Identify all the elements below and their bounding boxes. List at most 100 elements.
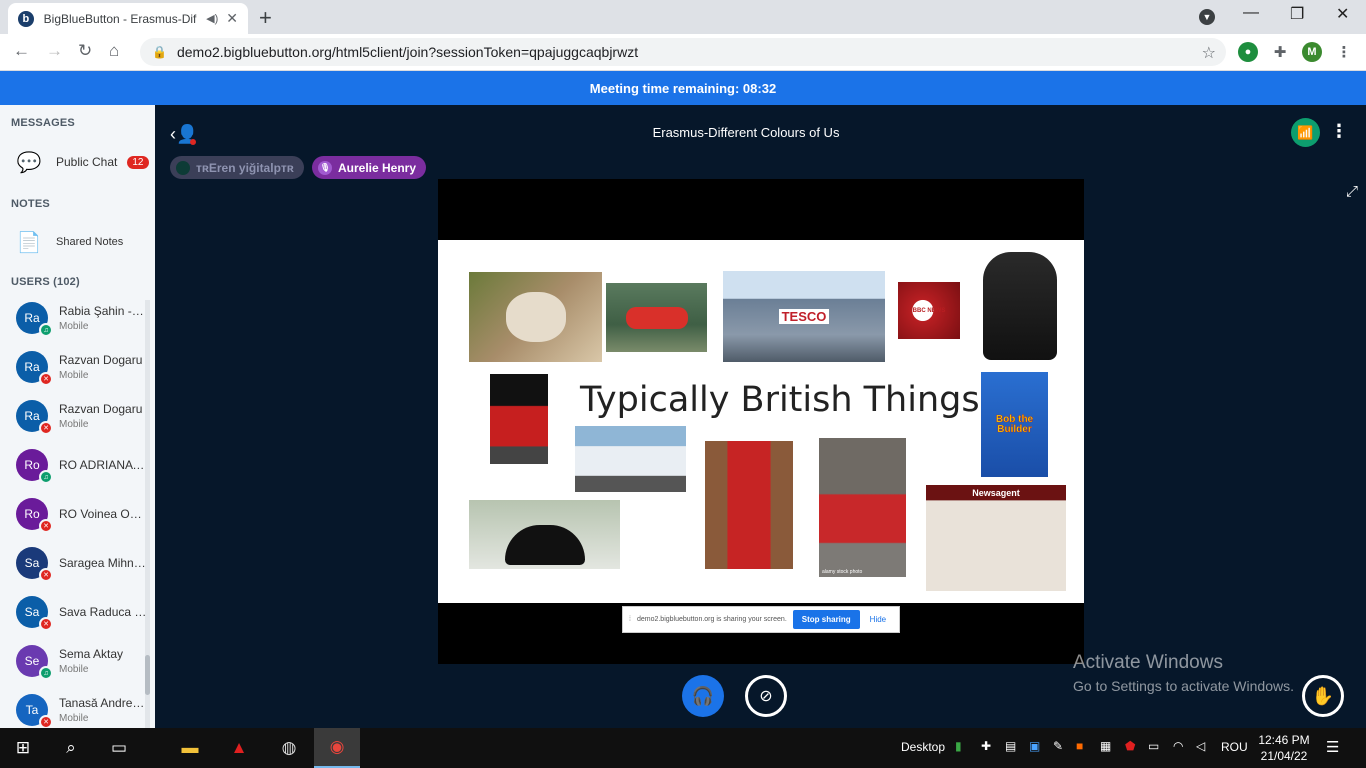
postman-image: alamy stock photo xyxy=(819,438,906,577)
avatar: Ra ♫ xyxy=(16,302,53,337)
acrobat-icon[interactable]: ▲ xyxy=(216,728,262,768)
forward-icon[interactable]: → xyxy=(46,41,63,61)
notes-heading: NOTES xyxy=(11,198,50,210)
avatar: Sa ✕ xyxy=(16,547,53,582)
tray-save-icon[interactable]: ▦ xyxy=(1100,739,1111,753)
wifi-icon[interactable]: ◠ xyxy=(1173,739,1183,753)
restore-icon[interactable]: ❐ xyxy=(1290,4,1304,24)
tray-shield-icon[interactable]: ✚ xyxy=(981,739,991,753)
user-info: RO ADRIANA … xyxy=(59,458,147,472)
home-icon[interactable]: ⌂ xyxy=(109,41,119,61)
user-name: Razvan Dogaru xyxy=(59,353,143,367)
fullscreen-icon[interactable]: ⤢ xyxy=(1346,183,1358,200)
minimize-icon[interactable]: — xyxy=(1243,4,1259,22)
options-menu-icon[interactable]: ⋮ xyxy=(1330,121,1348,142)
tray-app-icon[interactable]: ▮ xyxy=(955,739,962,753)
tab-title: BigBlueButton - Erasmus-Dif xyxy=(43,11,197,26)
avatar: Ro ✕ xyxy=(16,498,53,533)
language-indicator[interactable]: ROU xyxy=(1221,740,1248,754)
users-scrollbar-thumb[interactable] xyxy=(145,655,150,695)
tray-security-icon[interactable]: ■ xyxy=(1076,739,1083,753)
volume-icon[interactable]: ◁ xyxy=(1196,739,1205,753)
windows-start-icon[interactable]: ⊞ xyxy=(0,728,46,768)
drag-handle-icon[interactable]: ⁞ xyxy=(629,616,631,623)
tray-printer-icon[interactable]: ▤ xyxy=(1005,739,1016,753)
bob-the-builder-image: Bob the Builder xyxy=(981,372,1048,477)
chrome-icon[interactable]: ◉ xyxy=(314,728,360,768)
unread-count-badge: 12 xyxy=(127,155,149,169)
user-list-item[interactable]: Ra ✕ Razvan Dogaru Mobile xyxy=(16,345,150,389)
search-icon[interactable]: ⌕ xyxy=(48,728,94,768)
public-chat-item[interactable]: 💬 Public Chat 12 xyxy=(15,148,149,176)
lock-icon[interactable]: 🔒 xyxy=(152,45,167,59)
avatar-initials: Ta xyxy=(25,703,39,717)
close-window-icon[interactable]: ✕ xyxy=(1336,4,1349,24)
tab-audio-icon[interactable]: ◀) xyxy=(206,12,218,25)
muted-mic-icon: ✕ xyxy=(39,519,53,533)
paint-icon[interactable]: ◍ xyxy=(266,728,312,768)
user-name: Sema Aktay xyxy=(59,647,124,661)
profile-avatar[interactable]: M xyxy=(1302,42,1322,62)
url-text[interactable]: demo2.bigbluebutton.org/html5client/join… xyxy=(177,44,638,60)
bigbluebutton-favicon-icon: b xyxy=(18,10,34,27)
user-list-item[interactable]: Ro ♫ RO ADRIANA … xyxy=(16,443,150,487)
activate-line2: Go to Settings to activate Windows. xyxy=(1073,678,1294,694)
user-list-item[interactable]: Ta ✕ Tanasă Andre… Mobile xyxy=(16,688,150,728)
avatar: Ro ♫ xyxy=(16,449,53,484)
talking-indicator[interactable]: 🎙 Aurelie Henry xyxy=(312,156,427,179)
shared-notes-item[interactable]: 📄 Shared Notes xyxy=(15,228,124,256)
audio-headphones-button[interactable]: 🎧 xyxy=(682,675,724,717)
talking-indicator[interactable]: ᴛʀEren yiğitalpᴛʀ xyxy=(170,156,304,179)
tray-antivirus-icon[interactable]: ⬟ xyxy=(1125,739,1135,753)
reload-icon[interactable]: ↻ xyxy=(78,41,92,61)
muted-mic-icon: ✕ xyxy=(39,617,53,631)
clock[interactable]: 12:46 PM 21/04/22 xyxy=(1258,732,1310,764)
address-bar[interactable]: 🔒 demo2.bigbluebutton.org/html5client/jo… xyxy=(140,38,1226,66)
extension-green-icon[interactable]: ● xyxy=(1238,42,1258,62)
bookmark-star-icon[interactable]: ☆ xyxy=(1202,43,1216,63)
tray-tool-icon[interactable]: ✎ xyxy=(1053,739,1063,753)
muted-mic-icon: ✕ xyxy=(39,715,53,728)
stop-sharing-button[interactable]: Stop sharing xyxy=(792,610,860,629)
action-center-icon[interactable]: ☰ xyxy=(1326,738,1339,756)
connection-status-icon[interactable]: 📶 xyxy=(1291,118,1320,147)
royal-guard-image xyxy=(490,374,548,464)
tray-bluetooth-icon[interactable]: ▣ xyxy=(1029,739,1040,753)
user-list-item[interactable]: Ra ♫ Rabia Şahin -TR Mobile xyxy=(16,300,150,340)
meeting-title: Erasmus-Different Colours of Us xyxy=(652,125,840,140)
avatar-initials: Ro xyxy=(24,507,40,521)
new-tab-icon[interactable]: + xyxy=(259,5,272,31)
red-telephone-box-image xyxy=(705,441,793,569)
muted-mic-icon: ✕ xyxy=(39,421,53,435)
bulldog-image xyxy=(469,272,602,362)
raise-hand-button[interactable]: ✋ xyxy=(1302,675,1344,717)
user-name: Razvan Dogaru xyxy=(59,402,143,416)
extensions-puzzle-icon[interactable]: ✚ xyxy=(1270,42,1290,62)
browser-menu-icon[interactable]: ⋮ xyxy=(1334,42,1354,62)
avatar: Sa ✕ xyxy=(16,596,53,631)
tab-close-icon[interactable]: ✕ xyxy=(226,10,238,27)
avatar-initials: Ro xyxy=(24,458,40,472)
user-info: Saragea Mihn… xyxy=(59,556,147,570)
tab-search-icon[interactable]: ▼ xyxy=(1199,9,1215,25)
hide-button[interactable]: Hide xyxy=(870,615,886,624)
user-list-item[interactable]: Ro ✕ RO Voinea Oc… xyxy=(16,492,150,536)
avatar: Ra ✕ xyxy=(16,351,53,386)
desktop-toolbar-label[interactable]: Desktop xyxy=(901,740,945,754)
battery-icon[interactable]: ▭ xyxy=(1148,739,1159,753)
browser-tab[interactable]: b BigBlueButton - Erasmus-Dif ◀) ✕ xyxy=(8,3,248,34)
user-list-item[interactable]: Sa ✕ Sava Raduca I… xyxy=(16,590,150,634)
video-camera-button[interactable]: ⊘ xyxy=(745,675,787,717)
avatar-initials: Sa xyxy=(24,605,40,619)
clock-date: 21/04/22 xyxy=(1260,749,1308,763)
red-sports-car-image xyxy=(606,283,707,352)
ice-cream-van-image xyxy=(575,426,686,492)
shared-notes-label: Shared Notes xyxy=(56,236,124,248)
tesco-store-image: TESCO xyxy=(723,271,885,362)
user-list-item[interactable]: Se ♫ Sema Aktay Mobile xyxy=(16,639,150,683)
user-list-item[interactable]: Ra ✕ Razvan Dogaru Mobile xyxy=(16,394,150,438)
back-icon[interactable]: ← xyxy=(13,41,30,61)
user-list-item[interactable]: Sa ✕ Saragea Mihn… xyxy=(16,541,150,585)
task-view-icon[interactable]: ▭ xyxy=(96,728,142,768)
file-explorer-icon[interactable]: ▬ xyxy=(167,728,213,768)
